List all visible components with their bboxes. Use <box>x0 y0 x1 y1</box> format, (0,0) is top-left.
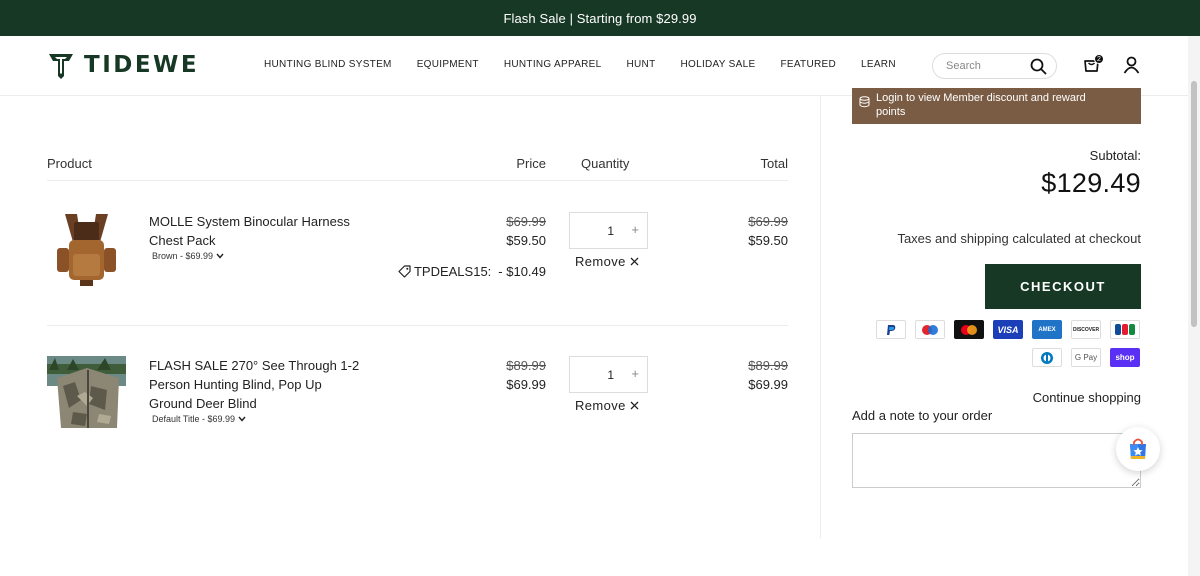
cart-item-title-line[interactable]: MOLLE System Binocular Harness <box>149 212 389 231</box>
shopping-bag-star-icon <box>1130 438 1146 459</box>
announcement-bar: Flash Sale | Starting from $29.99 <box>0 0 1200 36</box>
variant-label: Brown - $69.99 <box>152 251 214 261</box>
diners-club-icon <box>1032 348 1062 367</box>
order-note-label: Add a note to your order <box>852 408 993 423</box>
remove-label: Remove <box>575 398 626 413</box>
discount-code: TPDEALS15: <box>413 264 492 279</box>
column-price: Price <box>516 156 546 171</box>
nav-hunting-apparel[interactable]: HUNTING APPAREL <box>504 59 602 70</box>
quantity-input[interactable] <box>570 223 620 238</box>
variant-selector[interactable]: Brown - $69.99 <box>152 251 224 261</box>
discover-icon: DISCOVER <box>1071 320 1101 339</box>
remove-button[interactable]: Remove <box>575 254 639 269</box>
search-box <box>932 53 1057 79</box>
announcement-text: Flash Sale | Starting from $29.99 <box>503 10 697 26</box>
paypal-icon <box>876 320 906 339</box>
variant-selector[interactable]: Default Title - $69.99 <box>152 414 246 424</box>
nav-featured[interactable]: FEATURED <box>780 59 836 70</box>
maestro-icon <box>915 320 945 339</box>
nav-learn[interactable]: LEARN <box>861 59 896 70</box>
account-icon[interactable] <box>1123 56 1140 74</box>
scrollbar-thumb[interactable] <box>1191 81 1197 327</box>
logo-text: TIDEWE <box>84 52 200 78</box>
column-divider <box>820 96 821 538</box>
search-input[interactable] <box>946 60 1026 72</box>
quantity-input[interactable] <box>570 367 620 382</box>
main-nav: HUNTING BLIND SYSTEM EQUIPMENT HUNTING A… <box>264 59 921 70</box>
logo-mark-icon <box>49 54 73 79</box>
cart-item-title-line[interactable]: FLASH SALE 270° See Through 1-2 <box>149 356 389 375</box>
total-original: $89.99 <box>748 358 788 373</box>
column-product: Product <box>47 156 92 171</box>
quantity-plus-button[interactable]: + <box>631 222 639 237</box>
rewards-widget-button[interactable] <box>1116 427 1160 471</box>
chevron-down-icon <box>216 253 224 259</box>
visa-icon: VISA <box>993 320 1023 339</box>
logo[interactable]: TIDEWE <box>47 51 199 79</box>
nav-hunting-blind-system[interactable]: HUNTING BLIND SYSTEM <box>264 59 392 70</box>
tag-icon <box>398 265 411 278</box>
google-pay-icon: G Pay <box>1071 348 1101 367</box>
checkout-button[interactable]: CHECKOUT <box>985 264 1141 309</box>
column-total: Total <box>760 156 788 171</box>
site-header: TIDEWE HUNTING BLIND SYSTEM EQUIPMENT HU… <box>0 36 1188 96</box>
shop-pay-icon: shop <box>1110 348 1140 367</box>
member-text: Login to view Member discount and reward <box>876 92 1086 104</box>
price-sale: $59.50 <box>506 233 546 248</box>
divider <box>47 180 788 181</box>
cart-item-title-line[interactable]: Person Hunting Blind, Pop Up <box>149 375 389 394</box>
discount-line: TPDEALS15: - $10.49 <box>398 264 546 279</box>
close-icon <box>630 257 639 266</box>
chevron-down-icon <box>238 416 246 422</box>
subtotal-value: $129.49 <box>1041 168 1141 198</box>
coins-icon <box>859 96 870 108</box>
product-image-chest-pack[interactable] <box>47 210 126 289</box>
taxes-note: Taxes and shipping calculated at checkou… <box>897 231 1141 246</box>
price-original: $69.99 <box>506 214 546 229</box>
price-original: $89.99 <box>506 358 546 373</box>
quantity-stepper: + <box>569 356 648 393</box>
divider <box>47 325 788 326</box>
cart-item-title-line[interactable]: Ground Deer Blind <box>149 394 389 413</box>
member-login-banner[interactable]: Login to view Member discount and reward… <box>852 88 1141 124</box>
cart-item-title-line[interactable]: Chest Pack <box>149 231 389 250</box>
discount-amount: - $10.49 <box>498 264 546 279</box>
remove-label: Remove <box>575 254 626 269</box>
column-quantity: Quantity <box>581 156 630 171</box>
mastercard-icon <box>954 320 984 339</box>
variant-label: Default Title - $69.99 <box>152 414 236 424</box>
order-note-textarea[interactable] <box>852 433 1141 488</box>
member-text: points <box>876 106 906 118</box>
price-sale: $69.99 <box>506 377 546 392</box>
nav-hunt[interactable]: HUNT <box>627 59 656 70</box>
cart-count-badge: 2 <box>1094 54 1104 64</box>
close-icon <box>630 401 639 410</box>
subtotal-label: Subtotal: <box>1089 148 1141 163</box>
product-image-hunting-blind[interactable] <box>47 356 126 435</box>
total-sale: $69.99 <box>748 377 788 392</box>
total-original: $69.99 <box>748 214 788 229</box>
page-scrollbar[interactable] <box>1188 36 1200 576</box>
jcb-icon <box>1110 320 1140 339</box>
remove-button[interactable]: Remove <box>575 398 639 413</box>
quantity-stepper: + <box>569 212 648 249</box>
nav-equipment[interactable]: EQUIPMENT <box>417 59 479 70</box>
quantity-plus-button[interactable]: + <box>631 366 639 381</box>
continue-shopping-link[interactable]: Continue shopping <box>1033 390 1141 405</box>
total-sale: $59.50 <box>748 233 788 248</box>
search-icon[interactable] <box>1030 58 1047 75</box>
amex-icon: AMEX <box>1032 320 1062 339</box>
nav-holiday-sale[interactable]: HOLIDAY SALE <box>681 59 756 70</box>
